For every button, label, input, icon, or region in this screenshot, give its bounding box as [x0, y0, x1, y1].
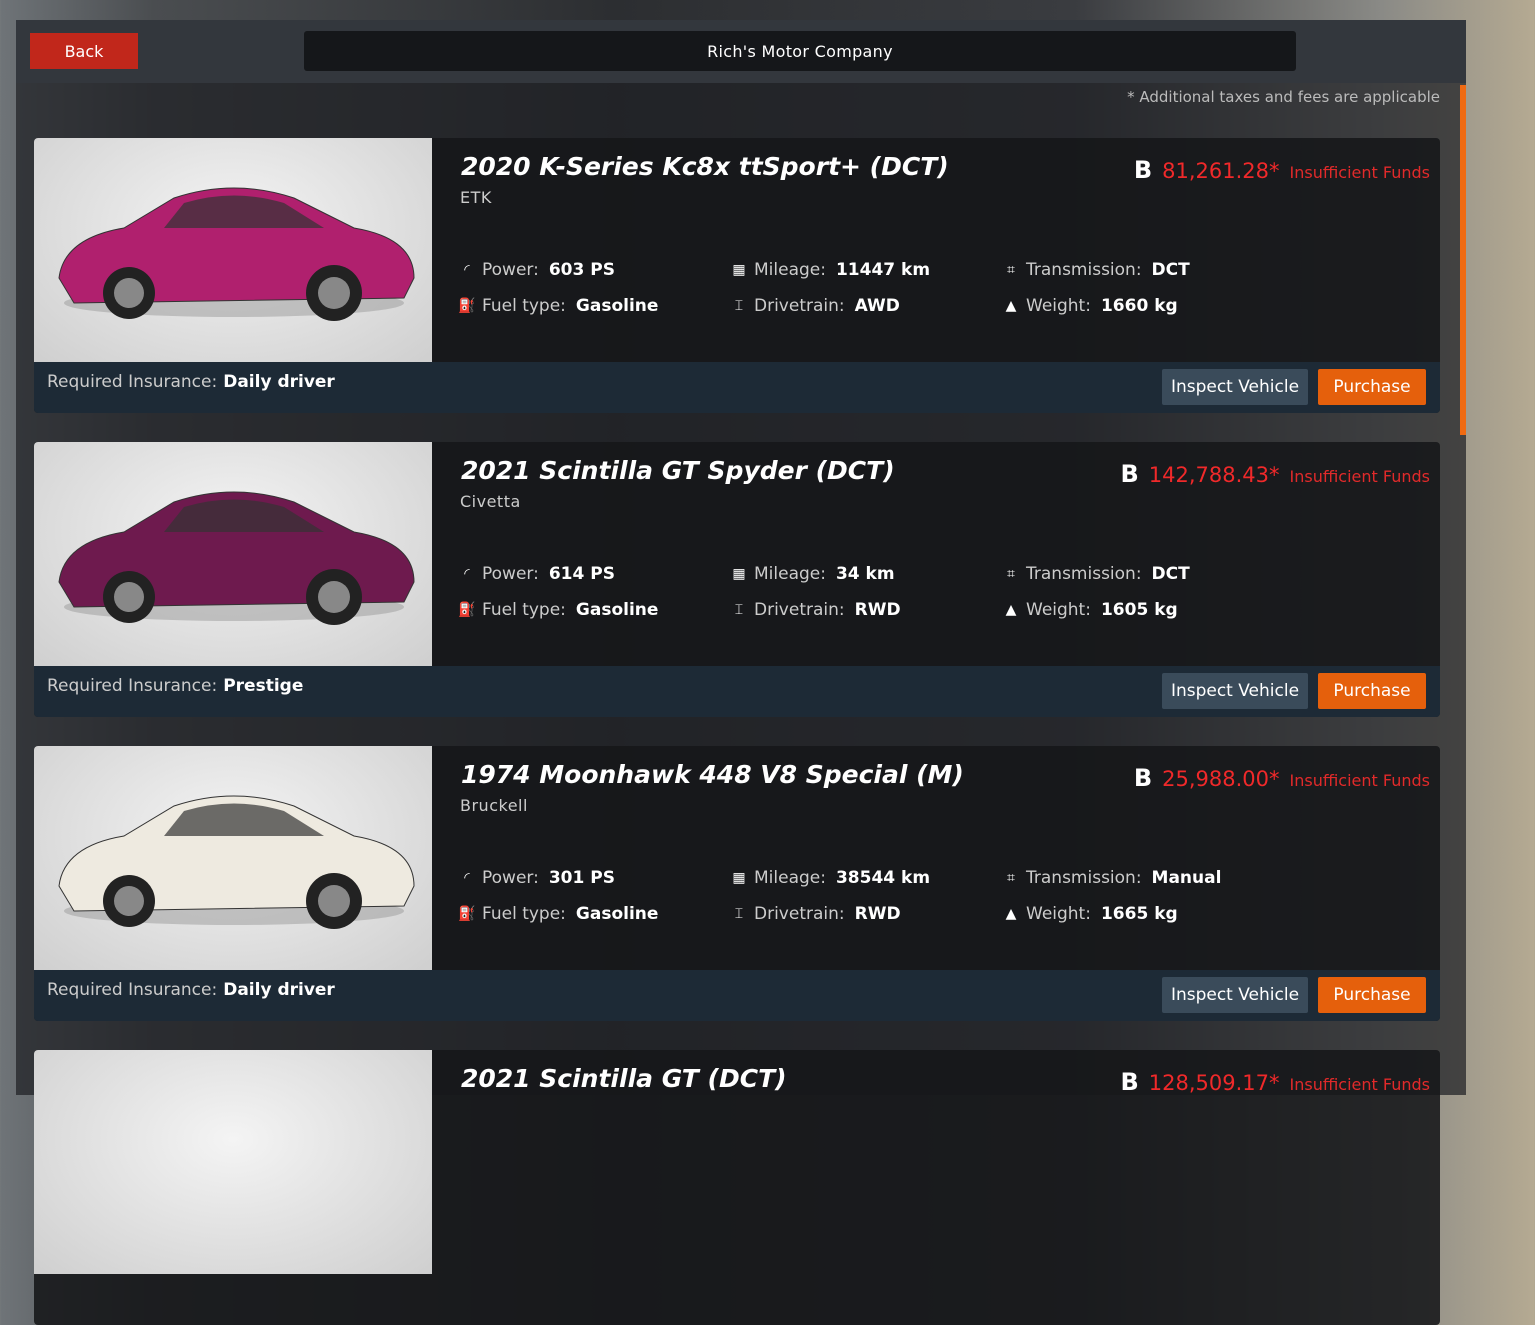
odometer-icon: ▦: [732, 262, 746, 278]
fuel-pump-icon: ⛽: [458, 602, 476, 618]
spec-mileage: ▦ Mileage: 11447 km: [728, 260, 930, 280]
spec-fuel: ⛽ Fuel type: Gasoline: [456, 904, 658, 924]
card-footer: Required Insurance: Daily driver Inspect …: [34, 362, 1440, 413]
required-insurance: Required Insurance: Prestige: [47, 676, 304, 696]
vehicle-card: 2021 Scintilla GT (DCT) B 128,509.17* In…: [34, 1050, 1440, 1325]
insufficient-funds: Insufficient Funds: [1289, 771, 1431, 790]
scrollbar[interactable]: [1460, 85, 1466, 435]
purchase-button[interactable]: Purchase: [1318, 369, 1426, 405]
top-bar: Back Rich's Motor Company: [16, 20, 1466, 83]
car-silhouette: [58, 187, 415, 321]
spec-power: ◜ Power: 614 PS: [456, 564, 615, 584]
card-footer: Required Insurance: Prestige Inspect Vehi…: [34, 666, 1440, 717]
weight-icon: ▲: [1005, 602, 1017, 618]
vehicle-price: B 128,509.17* Insufficient Funds: [1120, 1068, 1430, 1096]
spec-weight: ▲ Weight: 1665 kg: [1000, 904, 1178, 924]
spec-fuel: ⛽ Fuel type: Gasoline: [456, 296, 658, 316]
card-footer: Required Insurance: Daily driver Inspect …: [34, 970, 1440, 1021]
vehicle-name: 2021 Scintilla GT Spyder (DCT): [461, 456, 895, 485]
purchase-button[interactable]: Purchase: [1318, 673, 1426, 709]
odometer-icon: ▦: [732, 566, 746, 582]
vehicle-name: 2021 Scintilla GT (DCT): [461, 1064, 787, 1093]
insufficient-funds: Insufficient Funds: [1289, 1075, 1431, 1094]
car-silhouette: [58, 795, 415, 929]
vehicle-price: B 142,788.43* Insufficient Funds: [1120, 460, 1430, 488]
vehicle-name: 2020 K-Series Kc8x ttSport+ (DCT): [461, 152, 949, 181]
spec-weight: ▲ Weight: 1605 kg: [1000, 600, 1178, 620]
gear-shift-icon: ⌗: [1007, 566, 1015, 582]
spec-power: ◜ Power: 301 PS: [456, 868, 615, 888]
taxes-note: * Additional taxes and fees are applicab…: [1127, 88, 1440, 106]
spec-mileage: ▦ Mileage: 38544 km: [728, 868, 930, 888]
vehicle-name: 1974 Moonhawk 448 V8 Special (M): [461, 760, 964, 789]
inspect-vehicle-button[interactable]: Inspect Vehicle: [1162, 369, 1308, 405]
purchase-button[interactable]: Purchase: [1318, 977, 1426, 1013]
inspect-vehicle-button[interactable]: Inspect Vehicle: [1162, 977, 1308, 1013]
vehicle-brand: ETK: [460, 188, 492, 207]
fuel-pump-icon: ⛽: [458, 906, 476, 922]
beamcoin-icon: B: [1120, 1068, 1139, 1096]
spec-weight: ▲ Weight: 1660 kg: [1000, 296, 1178, 316]
spec-drivetrain: ⌶ Drivetrain: AWD: [728, 296, 900, 316]
insufficient-funds: Insufficient Funds: [1289, 467, 1431, 486]
drivetrain-icon: ⌶: [734, 602, 744, 618]
gear-shift-icon: ⌗: [1007, 870, 1015, 886]
fuel-pump-icon: ⛽: [458, 298, 476, 314]
required-insurance: Required Insurance: Daily driver: [47, 372, 335, 392]
drivetrain-icon: ⌶: [734, 906, 744, 922]
beamcoin-icon: B: [1133, 156, 1153, 184]
drivetrain-icon: ⌶: [734, 298, 744, 314]
vehicle-card: 1974 Moonhawk 448 V8 Special (M) B 25,98…: [34, 746, 1440, 1021]
spec-transmission: ⌗ Transmission: DCT: [1000, 564, 1190, 584]
spec-drivetrain: ⌶ Drivetrain: RWD: [728, 600, 901, 620]
vehicle-price: B 25,988.00* Insufficient Funds: [1133, 764, 1431, 792]
spec-mileage: ▦ Mileage: 34 km: [728, 564, 894, 584]
gauge-icon: ◜: [464, 870, 470, 886]
insufficient-funds: Insufficient Funds: [1289, 163, 1431, 182]
spec-transmission: ⌗ Transmission: DCT: [1000, 260, 1190, 280]
back-button[interactable]: Back: [30, 33, 138, 69]
gauge-icon: ◜: [464, 262, 470, 278]
vehicle-image: [34, 442, 432, 666]
weight-icon: ▲: [1005, 298, 1017, 314]
spec-power: ◜ Power: 603 PS: [456, 260, 615, 280]
vehicle-price: B 81,261.28* Insufficient Funds: [1133, 156, 1431, 184]
spec-transmission: ⌗ Transmission: Manual: [1000, 868, 1221, 888]
car-silhouette: [58, 491, 415, 625]
vehicle-image: [34, 138, 432, 362]
vehicle-brand: Civetta: [460, 492, 521, 511]
vehicle-brand: Bruckell: [460, 796, 528, 815]
odometer-icon: ▦: [732, 870, 746, 886]
required-insurance: Required Insurance: Daily driver: [47, 980, 335, 1000]
vehicle-card: 2021 Scintilla GT Spyder (DCT) B 142,788…: [34, 442, 1440, 717]
vehicle-image: [34, 746, 432, 970]
gear-shift-icon: ⌗: [1007, 262, 1015, 278]
page-title: Rich's Motor Company: [304, 31, 1296, 71]
beamcoin-icon: B: [1120, 460, 1139, 488]
dealership-panel: Back Rich's Motor Company * Additional t…: [16, 20, 1466, 1325]
vehicle-image: [34, 1050, 432, 1274]
spec-fuel: ⛽ Fuel type: Gasoline: [456, 600, 658, 620]
inspect-vehicle-button[interactable]: Inspect Vehicle: [1162, 673, 1308, 709]
vehicle-card: 2020 K-Series Kc8x ttSport+ (DCT) B 81,2…: [34, 138, 1440, 413]
spec-drivetrain: ⌶ Drivetrain: RWD: [728, 904, 901, 924]
beamcoin-icon: B: [1133, 764, 1153, 792]
weight-icon: ▲: [1005, 906, 1017, 922]
gauge-icon: ◜: [464, 566, 470, 582]
